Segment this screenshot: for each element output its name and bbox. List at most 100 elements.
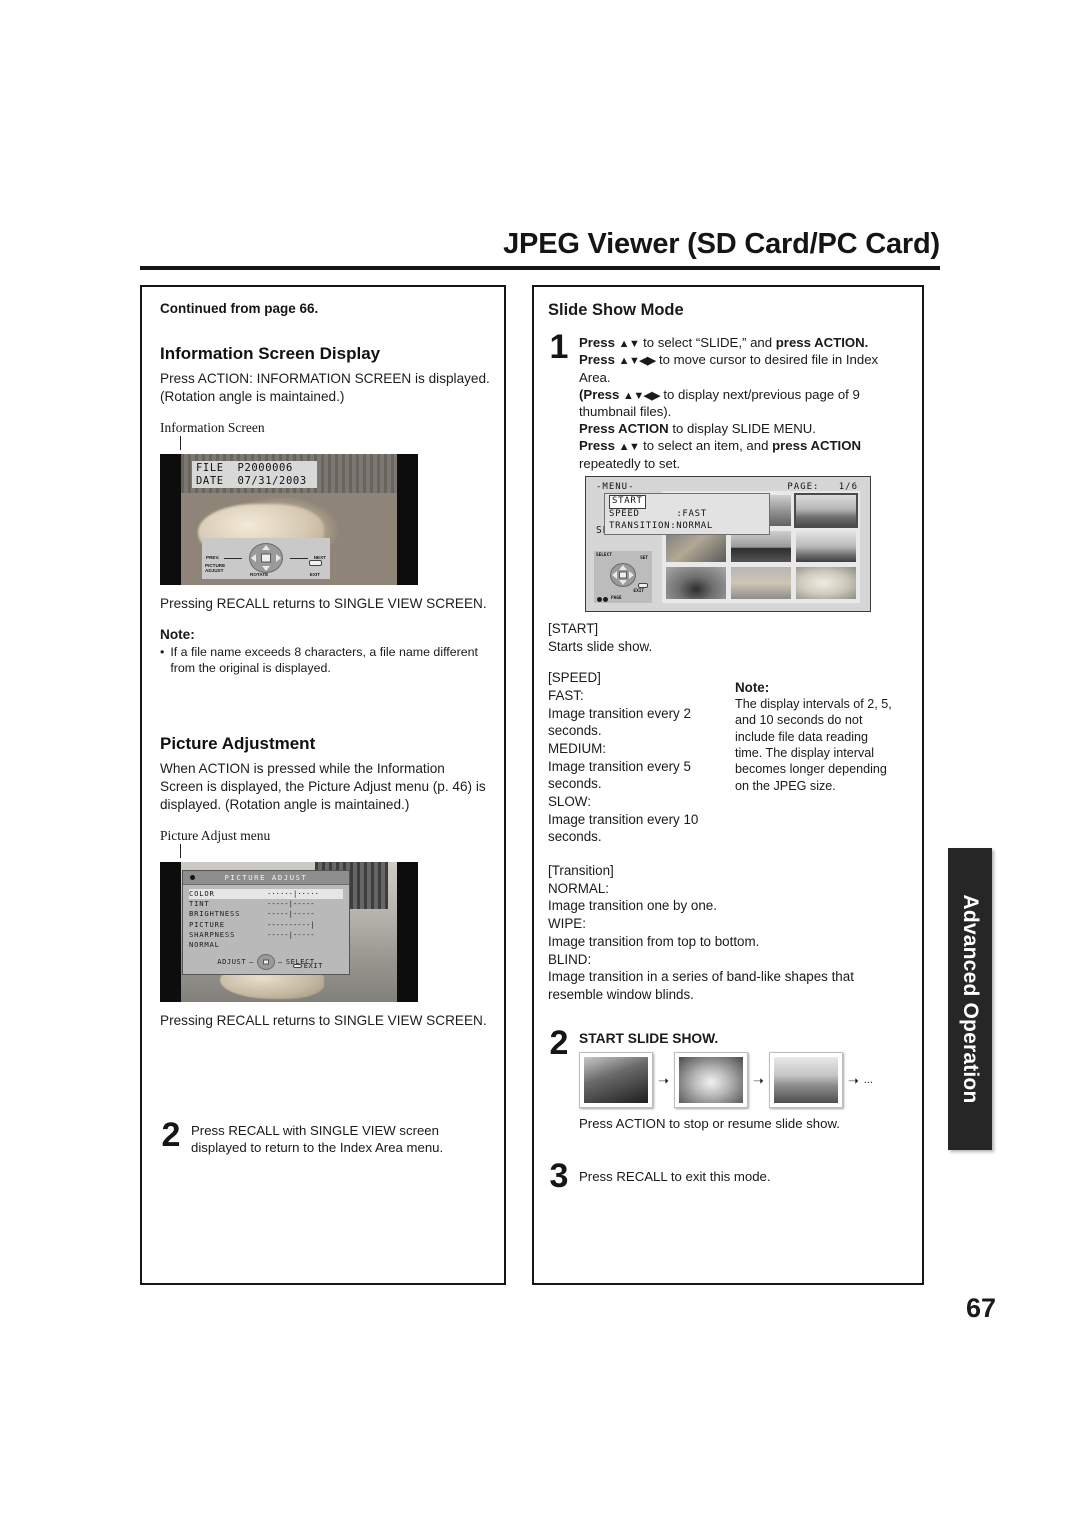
figure-slide-menu-osd: -MENU- PAGE: 1/6 START SPEED:FAST TRANS… xyxy=(585,475,871,612)
s1-l1-arrows-icon: ▲▼ xyxy=(618,338,640,350)
navpad-line-prev xyxy=(224,557,242,559)
filmstrip-frame-1 xyxy=(579,1052,653,1109)
picture-adjust-row-sharpness[interactable]: SHARPNESS -----|----- xyxy=(189,930,343,940)
osd-file-value: P2000006 xyxy=(237,461,293,474)
navpad-label-exit: EXIT xyxy=(309,571,320,577)
row-label-sharpness: SHARPNESS xyxy=(189,929,236,939)
thumbnail-item[interactable] xyxy=(796,531,856,563)
def-medium-key: MEDIUM: xyxy=(548,740,607,756)
picture-adjust-row-brightness[interactable]: BRIGHTNESS -----|----- xyxy=(189,909,343,919)
picture-adjust-row-picture[interactable]: PICTURE ----------| xyxy=(189,920,343,930)
osd-navigation-pad: PREV. NEXT PICTURE ADJUST ROTATE EXIT xyxy=(202,537,330,579)
recall-button-icon-3 xyxy=(638,582,648,588)
def-slow-val: Image transition every 10 seconds. xyxy=(548,811,699,845)
osd-file-info: FILE P2000006 DATE 07/31/2003 xyxy=(192,460,317,489)
row-bar-color: ······|····· xyxy=(267,888,319,898)
def-fast-key: FAST: xyxy=(548,687,584,703)
row-bar-picture: ----------| xyxy=(267,919,315,929)
dpad-down-arrow-icon xyxy=(262,566,270,572)
page-title: JPEG Viewer (SD Card/PC Card) xyxy=(503,228,940,260)
def-blind-val: Image transition in a series of band-lik… xyxy=(548,969,854,1002)
caption2-leader-line xyxy=(180,843,181,858)
osd-picture-adjust-panel: PICTURE ADJUST COLOR ······|····· TINT -… xyxy=(182,869,350,976)
left-step-2: 2 Press RECALL with SINGLE VIEW screen d… xyxy=(160,1118,490,1156)
s1-l4-b: to display SLIDE MENU. xyxy=(672,421,816,437)
filmstrip-photo-clouds xyxy=(773,1057,838,1104)
osd-nav-label-select: SELECT xyxy=(596,552,612,558)
s1-l1-c: press ACTION. xyxy=(775,335,869,350)
thumbnail-item[interactable] xyxy=(666,567,726,599)
def-wipe-key: WIPE: xyxy=(548,916,586,932)
filmstrip-arrow-icon: ➝ xyxy=(658,1072,669,1088)
picture-adjust-footer: ADJUST — — SELECT xyxy=(183,952,349,974)
def-start-val: Starts slide show. xyxy=(548,638,653,654)
osd-nav-label-page: PAGE xyxy=(611,595,622,601)
row-bar-tint: -----|----- xyxy=(267,899,315,909)
s1-l3-arrows-icon: ▲▼◀▶ xyxy=(623,389,660,402)
def-wipe-val: Image transition from top to bottom. xyxy=(548,933,760,949)
slide-menu-item-start[interactable]: START xyxy=(609,494,765,509)
figure-information-screen: FILE P2000006 DATE 07/31/2003 PREV. NEXT… xyxy=(160,453,418,585)
s1-l3-a: (Press xyxy=(579,386,620,402)
dpad-center-button xyxy=(261,553,271,563)
def-blind-key: BLIND: xyxy=(548,951,592,967)
osd-file-label: FILE xyxy=(196,461,224,474)
slide-menu-panel: START SPEED :FAST TRANSITION:NORMAL xyxy=(604,492,770,536)
row-bar-sharpness: -----|----- xyxy=(267,929,315,939)
navpad-line-next xyxy=(290,557,308,559)
thumbnail-item[interactable] xyxy=(731,567,791,599)
thumbnail-item[interactable] xyxy=(731,531,791,563)
filmstrip-photo-flower xyxy=(678,1057,743,1104)
dpad-up-arrow-icon xyxy=(262,545,270,551)
picture-adjustment-body: When ACTION is pressed while the Informa… xyxy=(160,761,486,812)
osd-date-label: DATE xyxy=(196,474,224,487)
footer-label-adjust: ADJUST xyxy=(217,958,247,967)
slide-menu-definitions-2: [Transition] NORMAL: Image transition on… xyxy=(548,862,908,1004)
row-label-normal: NORMAL xyxy=(189,939,220,949)
right-note-heading: Note: xyxy=(735,680,770,695)
section-title-slide-show-mode: Slide Show Mode xyxy=(548,301,684,319)
row-label-picture: PICTURE xyxy=(189,919,225,929)
def-slow-key: SLOW: xyxy=(548,794,591,809)
right-step-2-caption: Press ACTION to stop or resume slide sho… xyxy=(579,1116,840,1132)
s1-l3-b: to display next/previous page of 9 thumb… xyxy=(579,386,860,420)
right-step-3: 3 Press RECALL to exit this mode. xyxy=(548,1159,908,1193)
slide-menu-transition-value: :NORMAL xyxy=(670,520,714,531)
def-start-key: [START] xyxy=(548,620,599,636)
slide-menu-transition-label: TRANSITION xyxy=(609,520,671,531)
slide-menu-item-transition[interactable]: TRANSITION:NORMAL xyxy=(609,521,765,533)
left-note-heading: Note: xyxy=(160,626,195,642)
right-note-box: Note: The display intervals of 2, 5, and… xyxy=(735,680,895,794)
footer-label-exit: EXIT xyxy=(303,962,323,971)
navpad-label-picture-adjust: PICTURE ADJUST xyxy=(205,562,226,573)
dpad-left-arrow-icon xyxy=(251,554,256,563)
header-rule xyxy=(140,266,940,270)
information-screen-intro: Press ACTION: INFORMATION SCREEN is disp… xyxy=(160,371,490,404)
thumbnail-item[interactable] xyxy=(796,567,856,599)
defs-spacer xyxy=(548,655,726,669)
thumbnail-item-selected[interactable] xyxy=(794,492,858,529)
s1-l5-c: press ACTION xyxy=(772,438,862,454)
s1-l5-b: to select an item, and xyxy=(643,438,769,454)
osd-dpad-right-arrow-icon xyxy=(629,571,634,580)
left-step-2-body: Press RECALL with SINGLE VIEW screen dis… xyxy=(191,1122,490,1156)
footer-dash-left: — xyxy=(249,958,254,967)
slide-menu-item-speed[interactable]: SPEED :FAST xyxy=(609,509,765,521)
footer-dash-right: — xyxy=(278,958,283,967)
picture-adjust-row-tint[interactable]: TINT -----|----- xyxy=(189,899,343,909)
filmstrip-ellipsis: ... xyxy=(863,1074,873,1087)
def-transition-key: [Transition] xyxy=(548,863,614,879)
osd-dpad-left-arrow-icon xyxy=(612,571,617,580)
footer-exit-group: EXIT xyxy=(292,962,323,971)
osd-nav-label-exit: EXIT xyxy=(633,588,644,594)
right-step-1-body: Press ▲▼ to select “SLIDE,” and press AC… xyxy=(579,334,908,472)
continued-from-note: Continued from page 66. xyxy=(160,301,319,316)
picture-adjust-row-color[interactable]: COLOR ······|····· xyxy=(189,888,343,900)
picture-adjust-row-normal[interactable]: NORMAL xyxy=(189,940,343,950)
page-number: 67 xyxy=(965,1293,996,1323)
dpad-icon xyxy=(249,543,283,574)
filmstrip-arrow-icon-3: ➝ xyxy=(847,1072,859,1088)
thumbnail-item[interactable] xyxy=(666,531,726,563)
osd-date-value: 07/31/2003 xyxy=(237,474,307,487)
row-label-color: COLOR xyxy=(189,888,215,898)
